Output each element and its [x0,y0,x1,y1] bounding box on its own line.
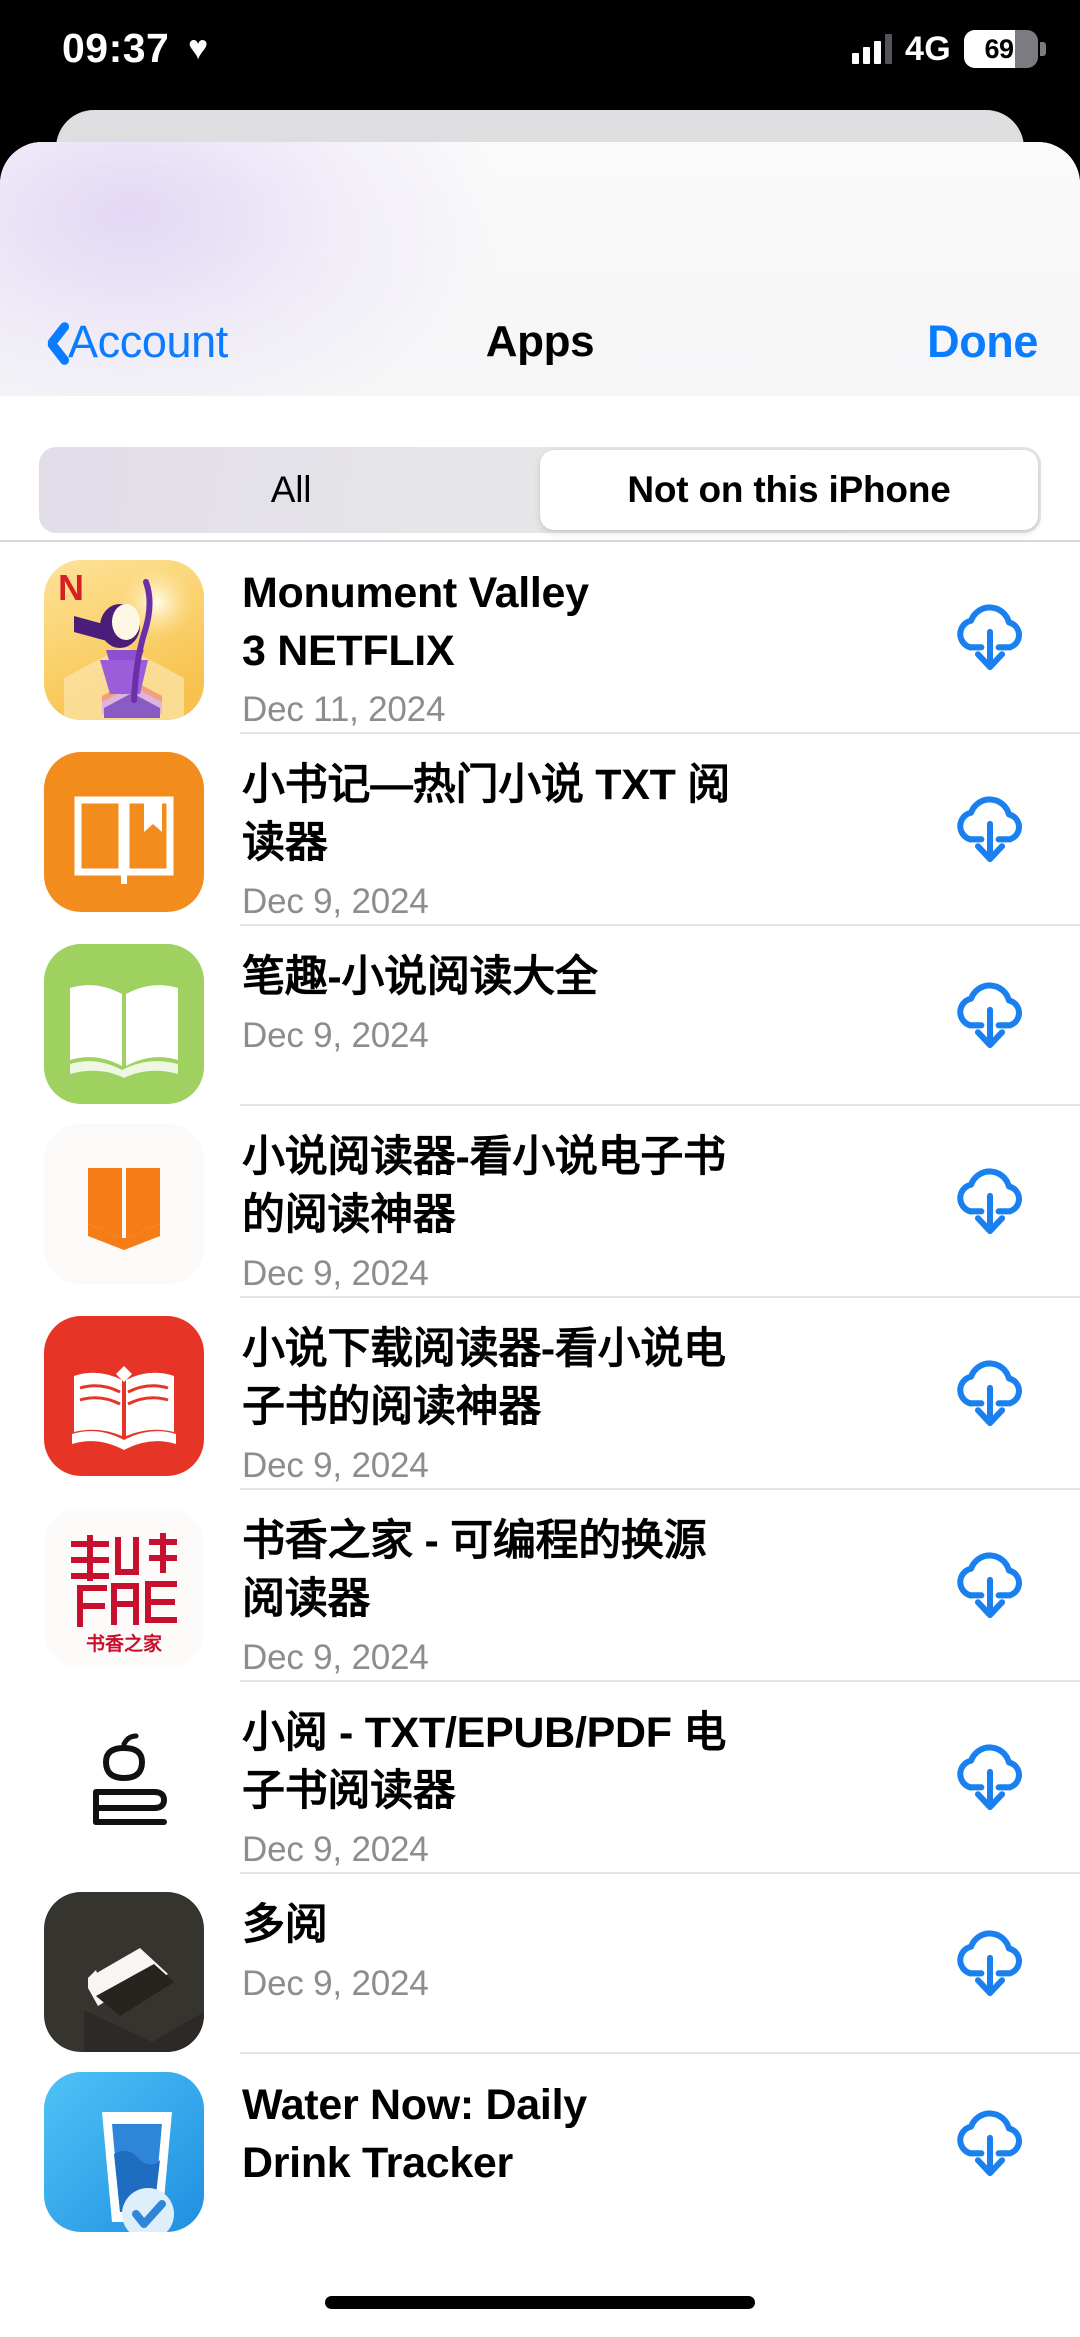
app-name: 小说下载阅读器-看小说电 子书的阅读神器 [242,1325,726,1431]
navigation-bar: Account Apps Done [0,142,1080,396]
xiaoshuo-yuedu-qi-icon [44,1124,204,1284]
list-item[interactable]: 小阅 - TXT/EPUB/PDF 电 子书阅读器 Dec 9, 2024 [0,1682,1080,1872]
app-name: 小说阅读器-看小说电子书 的阅读神器 [242,1133,726,1239]
cellular-signal-icon [852,34,893,64]
list-item[interactable]: 笔趣-小说阅读大全 Dec 9, 2024 [0,926,1080,1104]
battery-icon: 69 [964,30,1038,68]
app-name: Monument Valley 3 NETFLIX [242,569,589,675]
segment-all[interactable]: All [42,450,540,530]
app-name: 书香之家 - 可编程的换源 阅读器 [242,1517,707,1623]
list-item[interactable]: Water Now: Daily Drink Tracker [0,2054,1080,2232]
icloud-download-icon[interactable] [947,972,1033,1058]
filter-segmented-control[interactable]: All Not on this iPhone [39,447,1041,533]
page-title: Apps [485,317,595,366]
segment-not-on-this-iphone[interactable]: Not on this iPhone [540,450,1038,530]
app-name: Water Now: Daily Drink Tracker [242,2081,587,2187]
apps-list[interactable]: N Monument Valley 3 NETFLIX Dec 11, 2024 [0,540,1080,2337]
list-item[interactable]: 小说阅读器-看小说电子书 的阅读神器 Dec 9, 2024 [0,1106,1080,1296]
app-name: 笔趣-小说阅读大全 [242,953,598,1001]
app-name: 小书记—热门小说 TXT 阅 读器 [242,761,730,867]
monument-valley-3-netflix-icon: N [44,560,204,720]
heart-icon: ♥ [188,29,209,67]
icloud-download-icon[interactable] [947,1158,1033,1244]
app-name: 小阅 - TXT/EPUB/PDF 电 子书阅读器 [242,1709,727,1815]
svg-text:N: N [58,567,84,608]
status-bar-time: 09:37 [62,25,170,71]
xiaoshuo-xiazai-icon [44,1316,204,1476]
list-item[interactable]: 小说下载阅读器-看小说电 子书的阅读神器 Dec 9, 2024 [0,1298,1080,1488]
icloud-download-icon[interactable] [947,594,1033,680]
battery-cap [1040,42,1046,56]
status-bar: 09:37 ♥ 4G 69 [0,0,1080,96]
icloud-download-icon[interactable] [947,1542,1033,1628]
icloud-download-icon[interactable] [947,1350,1033,1436]
xiaoshuji-icon [44,752,204,912]
battery-percent-label: 69 [984,33,1014,64]
water-now-icon [44,2072,204,2232]
icloud-download-icon[interactable] [947,1920,1033,2006]
list-item[interactable]: 多阅 Dec 9, 2024 [0,1874,1080,2052]
list-item[interactable]: 小书记—热门小说 TXT 阅 读器 Dec 9, 2024 [0,734,1080,924]
status-bar-right-group: 4G 69 [852,28,1046,70]
list-item[interactable]: 书香之家 书香之家 - 可编程的换源 阅读器 Dec 9, 2024 [0,1490,1080,1680]
svg-text:书香之家: 书香之家 [86,1632,163,1655]
home-indicator[interactable] [325,2296,755,2309]
icloud-download-icon[interactable] [947,1734,1033,1820]
xiaoyue-icon [44,1700,204,1860]
icloud-download-icon[interactable] [947,786,1033,872]
list-item[interactable]: N Monument Valley 3 NETFLIX Dec 11, 2024 [0,542,1080,732]
iphone-screen: 09:37 ♥ 4G 69 Account Apps Done All Not … [0,0,1080,2337]
app-name: 多阅 [242,1901,328,1949]
network-type-label: 4G [905,29,951,68]
icloud-download-icon[interactable] [947,2100,1033,2186]
done-button[interactable]: Done [927,307,1038,377]
filter-segmented-control-wrap: All Not on this iPhone [0,447,1080,539]
duoyue-icon [44,1892,204,2052]
biqu-icon [44,944,204,1104]
apps-modal-sheet: Account Apps Done All Not on this iPhone [0,142,1080,2337]
shuxiangzhijia-icon: 书香之家 [44,1508,204,1668]
